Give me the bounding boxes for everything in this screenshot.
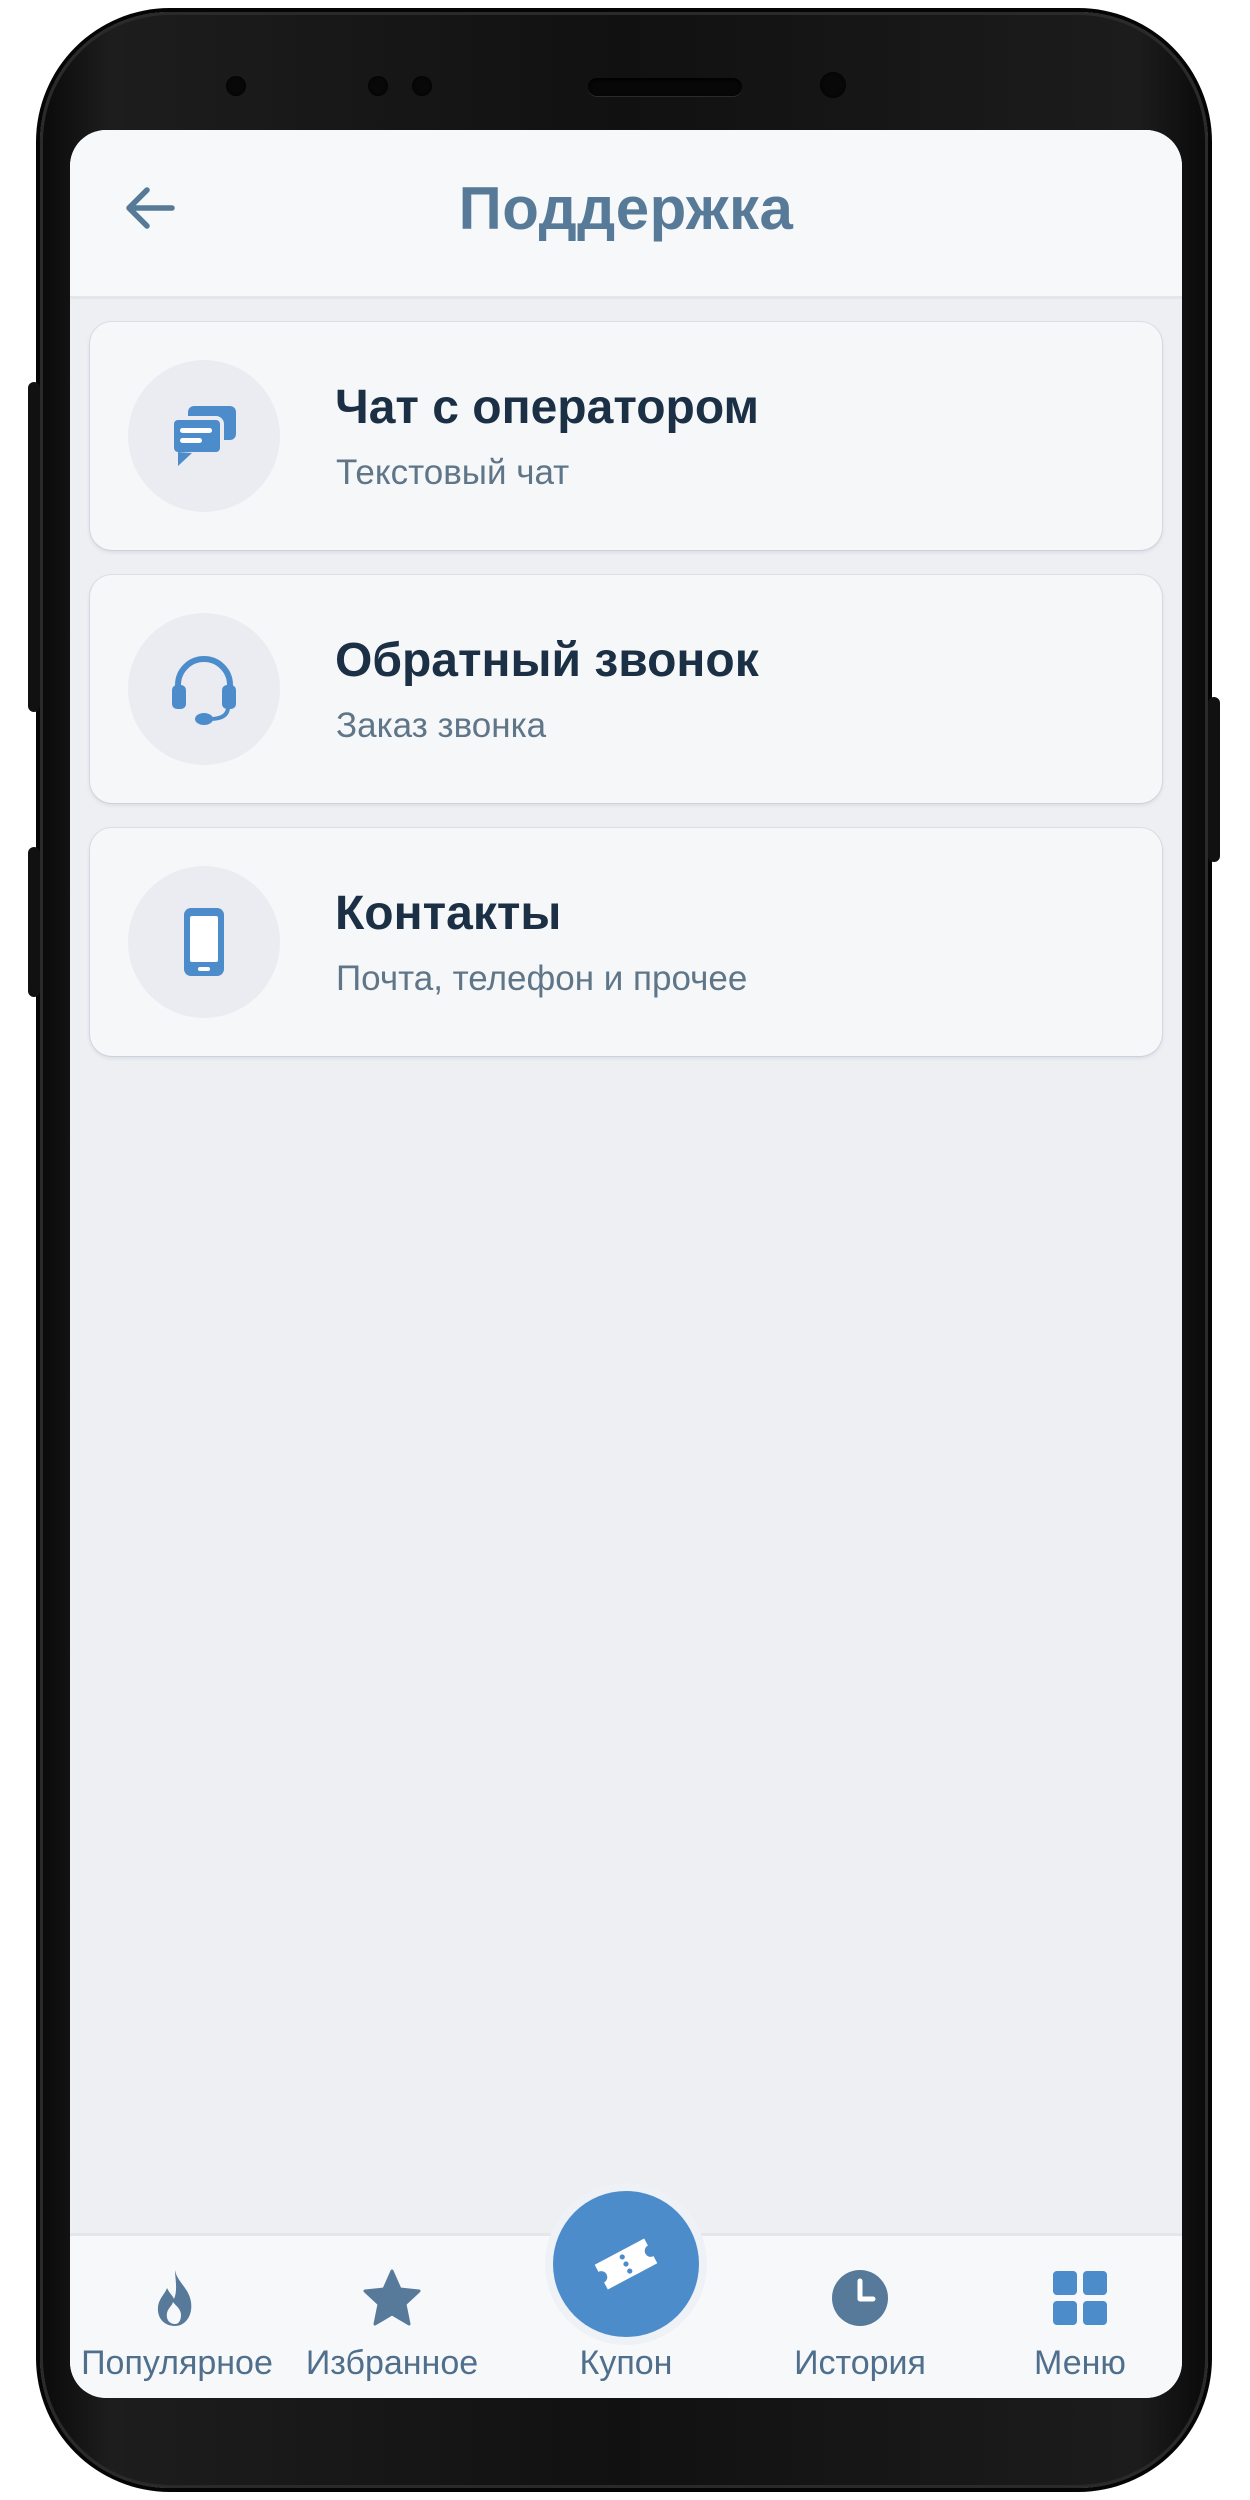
chat-bubbles-icon (170, 406, 236, 466)
app-screen: Поддержка Чат с оператором Текстовый чат (70, 130, 1182, 2398)
icon-badge (128, 866, 280, 1018)
nav-tab-label: Меню (1034, 2344, 1126, 2382)
menu-item-subtitle: Заказ звонка (336, 706, 547, 745)
flame-icon (157, 2270, 192, 2326)
bottom-navigation: Популярное Избранное Купон История Меню (70, 2191, 1182, 2398)
icon-badge (128, 613, 280, 765)
smartphone-icon (184, 908, 224, 976)
menu-item-title: Контакты (335, 887, 562, 940)
bixby-button (28, 847, 40, 997)
menu-item-title: Чат с оператором (335, 381, 760, 434)
menu-item-callback[interactable]: Обратный звонок Заказ звонка (90, 575, 1162, 803)
page-title: Поддержка (458, 175, 794, 242)
nav-tab-history[interactable]: История (760, 2236, 960, 2398)
front-camera (820, 72, 846, 98)
top-app-bar: Поддержка (70, 130, 1182, 299)
front-sensor (412, 76, 432, 96)
clock-icon (832, 2270, 888, 2326)
nav-tab-favorites[interactable]: Избранное (292, 2236, 492, 2398)
front-sensor (226, 76, 246, 96)
menu-item-subtitle: Почта, телефон и прочее (336, 959, 748, 998)
menu-item-title: Обратный звонок (335, 634, 759, 687)
device-mockup: Поддержка Чат с оператором Текстовый чат (0, 0, 1250, 2500)
menu-item-contacts[interactable]: Контакты Почта, телефон и прочее (90, 828, 1162, 1056)
headset-icon (172, 656, 236, 725)
nav-tab-menu[interactable]: Меню (980, 2236, 1180, 2398)
nav-tab-label: Купон (579, 2344, 673, 2382)
ticket-icon (594, 2238, 658, 2290)
nav-tab-label: Популярное (81, 2344, 273, 2382)
nav-tab-coupon[interactable]: Купон (526, 2191, 726, 2398)
nav-tab-label: История (794, 2344, 926, 2382)
earpiece-speaker (588, 78, 742, 96)
front-sensor (368, 76, 388, 96)
menu-item-subtitle: Текстовый чат (336, 453, 570, 492)
coupon-button[interactable] (553, 2191, 699, 2337)
star-icon (363, 2269, 421, 2326)
power-button (1208, 697, 1220, 862)
icon-badge (128, 360, 280, 512)
nav-tab-popular[interactable]: Популярное (70, 2236, 284, 2398)
grid-icon (1053, 2271, 1107, 2325)
menu-item-operator-chat[interactable]: Чат с оператором Текстовый чат (90, 322, 1162, 550)
nav-tab-label: Избранное (305, 2344, 479, 2382)
volume-button (28, 382, 40, 712)
